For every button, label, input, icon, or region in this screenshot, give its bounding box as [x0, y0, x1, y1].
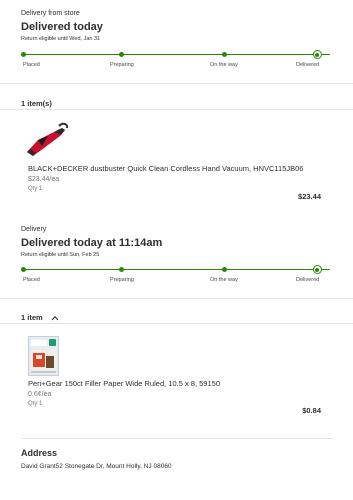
- step-dot-on-the-way: [221, 267, 227, 272]
- step-dot-placed: [20, 52, 26, 57]
- divider: [0, 109, 353, 110]
- order-type-label: Delivery: [21, 226, 47, 233]
- step-dot-placed: [20, 267, 26, 272]
- product-quantity: Qty 1: [28, 401, 43, 407]
- step-label-on-the-way: On the way: [210, 62, 238, 68]
- order-2-product-details: Pen+Gear 150ct Filler Paper Wide Ruled, …: [0, 379, 353, 407]
- divider: [0, 323, 353, 324]
- item-count: 1 item: [21, 313, 43, 322]
- step-dot-delivered: [312, 50, 322, 59]
- product-title[interactable]: Pen+Gear 150ct Filler Paper Wide Ruled, …: [21, 379, 332, 388]
- order-type-label: Delivery from store: [21, 10, 80, 17]
- step-label-delivered: Delivered: [296, 277, 320, 283]
- order-1-progress-tracker: Placed Preparing On the way Delivered: [0, 48, 353, 68]
- address-section: Address David Grant52 Stonegate Dr, Moun…: [0, 448, 353, 470]
- step-label-on-the-way: On the way: [210, 277, 238, 283]
- step-label-placed: Placed: [23, 62, 40, 68]
- order-2-progress-tracker: Placed Preparing On the way Delivered: [0, 263, 353, 283]
- step-dot-on-the-way: [221, 52, 227, 57]
- product-price: $0.84: [302, 406, 321, 415]
- progress-line: [23, 269, 330, 270]
- order-status: Delivered today at 11:14am: [21, 237, 163, 249]
- return-eligibility-note: Return eligible until Wed, Jan 31: [21, 36, 101, 42]
- divider: [0, 298, 353, 299]
- step-label-preparing: Preparing: [110, 277, 134, 283]
- address-title: Address: [21, 448, 58, 458]
- chevron-up-icon: [51, 315, 59, 321]
- progress-line: [23, 54, 330, 55]
- step-label-delivered: Delivered: [296, 62, 320, 68]
- address-text: David Grant52 Stonegate Dr, Mount Holly,…: [21, 463, 172, 470]
- product-quantity: Qty 1: [28, 186, 43, 192]
- filler-paper-pack-icon: [28, 336, 59, 376]
- divider: [21, 438, 332, 439]
- item-count: 1 item(s): [21, 99, 52, 108]
- order-1-product-details: BLACK+DECKER dustbuster Quick Clean Cord…: [0, 164, 353, 192]
- order-2-header: Delivery Delivered today at 11:14am Retu…: [0, 226, 353, 258]
- product-image-vacuum[interactable]: [0, 118, 353, 158]
- return-eligibility-note: Return eligible until Sun, Feb 25: [21, 252, 100, 258]
- order-status: Delivered today: [21, 21, 103, 33]
- product-unit-price: 0.6¢/ea: [28, 391, 52, 398]
- step-dot-preparing: [118, 52, 124, 57]
- product-image-filler-paper[interactable]: [0, 334, 353, 376]
- product-price: $23.44: [298, 192, 321, 201]
- step-dot-delivered: [312, 265, 322, 274]
- product-title[interactable]: BLACK+DECKER dustbuster Quick Clean Cord…: [21, 164, 332, 173]
- step-label-preparing: Preparing: [110, 62, 134, 68]
- divider: [0, 83, 353, 84]
- hand-vacuum-icon: [27, 122, 68, 156]
- step-label-placed: Placed: [23, 277, 40, 283]
- order-1-header: Delivery from store Delivered today Retu…: [0, 10, 353, 42]
- product-unit-price: $23.44/ea: [28, 176, 60, 183]
- step-dot-preparing: [118, 267, 124, 272]
